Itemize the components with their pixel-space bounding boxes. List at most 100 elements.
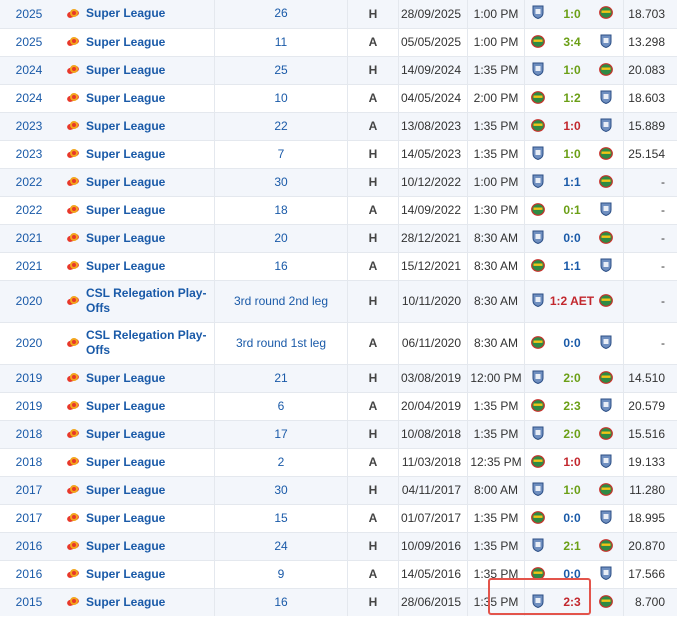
green-red-oval-crest-icon[interactable] [599,230,613,247]
season-link[interactable]: 2017 [0,476,58,505]
round-link[interactable]: 2 [214,448,348,477]
green-red-oval-crest-icon[interactable] [599,5,613,22]
score-link[interactable]: 1:0 [563,147,580,161]
blue-shield-crest-icon[interactable] [599,34,613,51]
score-link[interactable]: 0:0 [563,336,580,350]
green-red-oval-crest-icon[interactable] [599,426,613,443]
blue-shield-crest-icon[interactable] [599,202,613,219]
season-link[interactable]: 2019 [0,364,58,393]
round-link[interactable]: 3rd round 2nd leg [214,280,348,323]
score-link[interactable]: 2:3 [563,399,580,413]
round-link[interactable]: 20 [214,224,348,253]
round-link[interactable]: 10 [214,84,348,113]
green-red-oval-crest-icon[interactable] [531,202,545,219]
green-red-oval-crest-icon[interactable] [599,174,613,191]
blue-shield-crest-icon[interactable] [531,146,545,163]
season-link[interactable]: 2023 [0,140,58,169]
round-link[interactable]: 25 [214,56,348,85]
competition-link[interactable]: Super League [86,567,165,582]
blue-shield-crest-icon[interactable] [531,482,545,499]
competition-link[interactable]: Super League [86,595,165,610]
score-link[interactable]: 0:0 [563,511,580,525]
season-link[interactable]: 2016 [0,560,58,589]
round-link[interactable]: 15 [214,504,348,533]
season-link[interactable]: 2020 [0,280,58,323]
blue-shield-crest-icon[interactable] [599,566,613,583]
competition-link[interactable]: Super League [86,63,165,78]
score-link[interactable]: 0:1 [563,203,580,217]
score-link[interactable]: 1:0 [563,455,580,469]
score-link[interactable]: 1:1 [563,259,580,273]
score-link[interactable]: 1:0 [563,119,580,133]
competition-link[interactable]: Super League [86,175,165,190]
season-link[interactable]: 2023 [0,112,58,141]
round-link[interactable]: 24 [214,532,348,561]
score-link[interactable]: 0:0 [563,231,580,245]
score-link[interactable]: 2:1 [563,539,580,553]
round-link[interactable]: 11 [214,28,348,57]
season-link[interactable]: 2024 [0,84,58,113]
season-link[interactable]: 2018 [0,448,58,477]
blue-shield-crest-icon[interactable] [531,230,545,247]
competition-link[interactable]: Super League [86,455,165,470]
score-link[interactable]: 1:0 [563,63,580,77]
season-link[interactable]: 2020 [0,322,58,365]
blue-shield-crest-icon[interactable] [531,293,545,310]
season-link[interactable]: 2016 [0,532,58,561]
green-red-oval-crest-icon[interactable] [531,510,545,527]
blue-shield-crest-icon[interactable] [599,118,613,135]
green-red-oval-crest-icon[interactable] [531,398,545,415]
score-link[interactable]: 1:1 [563,175,580,189]
green-red-oval-crest-icon[interactable] [599,293,613,310]
competition-link[interactable]: Super League [86,147,165,162]
competition-link[interactable]: Super League [86,483,165,498]
competition-link[interactable]: Super League [86,539,165,554]
round-link[interactable]: 6 [214,392,348,421]
season-link[interactable]: 2022 [0,168,58,197]
blue-shield-crest-icon[interactable] [599,335,613,352]
green-red-oval-crest-icon[interactable] [531,258,545,275]
round-link[interactable]: 3rd round 1st leg [214,322,348,365]
season-link[interactable]: 2025 [0,0,58,29]
round-link[interactable]: 26 [214,0,348,29]
blue-shield-crest-icon[interactable] [531,594,545,611]
round-link[interactable]: 18 [214,196,348,225]
blue-shield-crest-icon[interactable] [599,258,613,275]
green-red-oval-crest-icon[interactable] [599,594,613,611]
score-link[interactable]: 0:0 [563,567,580,581]
blue-shield-crest-icon[interactable] [599,454,613,471]
green-red-oval-crest-icon[interactable] [599,482,613,499]
green-red-oval-crest-icon[interactable] [531,90,545,107]
green-red-oval-crest-icon[interactable] [531,118,545,135]
score-link[interactable]: 1:0 [563,7,580,21]
score-link[interactable]: 2:3 [563,595,580,609]
score-link[interactable]: 2:0 [563,371,580,385]
season-link[interactable]: 2022 [0,196,58,225]
score-link[interactable]: 3:4 [563,35,580,49]
green-red-oval-crest-icon[interactable] [531,34,545,51]
season-link[interactable]: 2017 [0,504,58,533]
blue-shield-crest-icon[interactable] [531,62,545,79]
green-red-oval-crest-icon[interactable] [599,538,613,555]
competition-link[interactable]: CSL Relegation Play-Offs [86,328,214,358]
blue-shield-crest-icon[interactable] [599,398,613,415]
competition-link[interactable]: Super League [86,6,165,21]
season-link[interactable]: 2018 [0,420,58,449]
season-link[interactable]: 2015 [0,588,58,616]
round-link[interactable]: 17 [214,420,348,449]
season-link[interactable]: 2024 [0,56,58,85]
green-red-oval-crest-icon[interactable] [599,370,613,387]
competition-link[interactable]: CSL Relegation Play-Offs [86,286,214,316]
competition-link[interactable]: Super League [86,203,165,218]
round-link[interactable]: 22 [214,112,348,141]
green-red-oval-crest-icon[interactable] [599,146,613,163]
blue-shield-crest-icon[interactable] [599,510,613,527]
competition-link[interactable]: Super League [86,427,165,442]
competition-link[interactable]: Super League [86,35,165,50]
round-link[interactable]: 9 [214,560,348,589]
blue-shield-crest-icon[interactable] [531,174,545,191]
score-link[interactable]: 1:0 [563,483,580,497]
score-link[interactable]: 2:0 [563,427,580,441]
score-link[interactable]: 1:2 [563,91,580,105]
competition-link[interactable]: Super League [86,399,165,414]
